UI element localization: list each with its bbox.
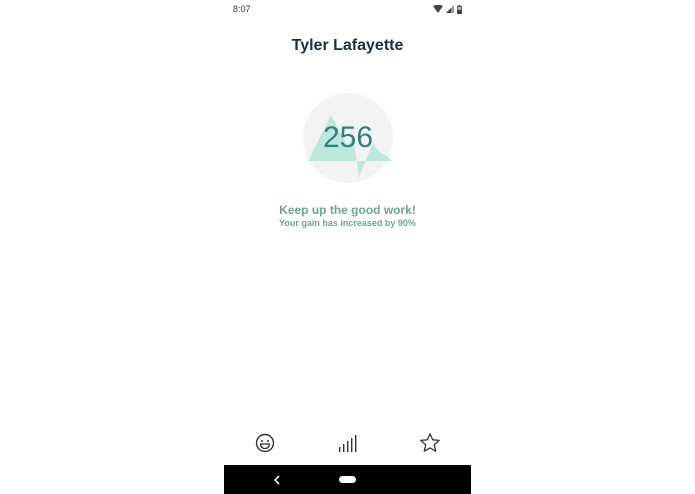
status-icons [433,4,462,14]
status-bar: 8:07 [224,0,471,18]
score-badge: 256 [303,93,393,183]
encouragement-message: Keep up the good work! [279,203,416,217]
nav-stats-button[interactable] [333,429,361,457]
nav-mood-button[interactable] [251,429,279,457]
wifi-icon [433,5,443,13]
bottom-nav [224,425,471,461]
battery-icon [457,4,462,14]
system-navigation-bar [224,465,471,494]
page-title: Tyler Lafayette [291,37,404,54]
back-icon[interactable] [270,473,284,487]
nav-favorites-button[interactable] [416,429,444,457]
star-icon [419,432,441,454]
status-time: 8:07 [233,4,251,14]
bar-chart-icon [337,433,357,453]
home-button[interactable] [339,476,356,483]
cell-signal-icon [446,5,454,13]
score-value: 256 [322,121,374,154]
smiley-icon [255,433,275,453]
gain-message: Your gain has increased by 90% [279,218,416,228]
app-screen: 8:07 Tyler Lafayette 256 Keep up the goo… [224,0,471,494]
